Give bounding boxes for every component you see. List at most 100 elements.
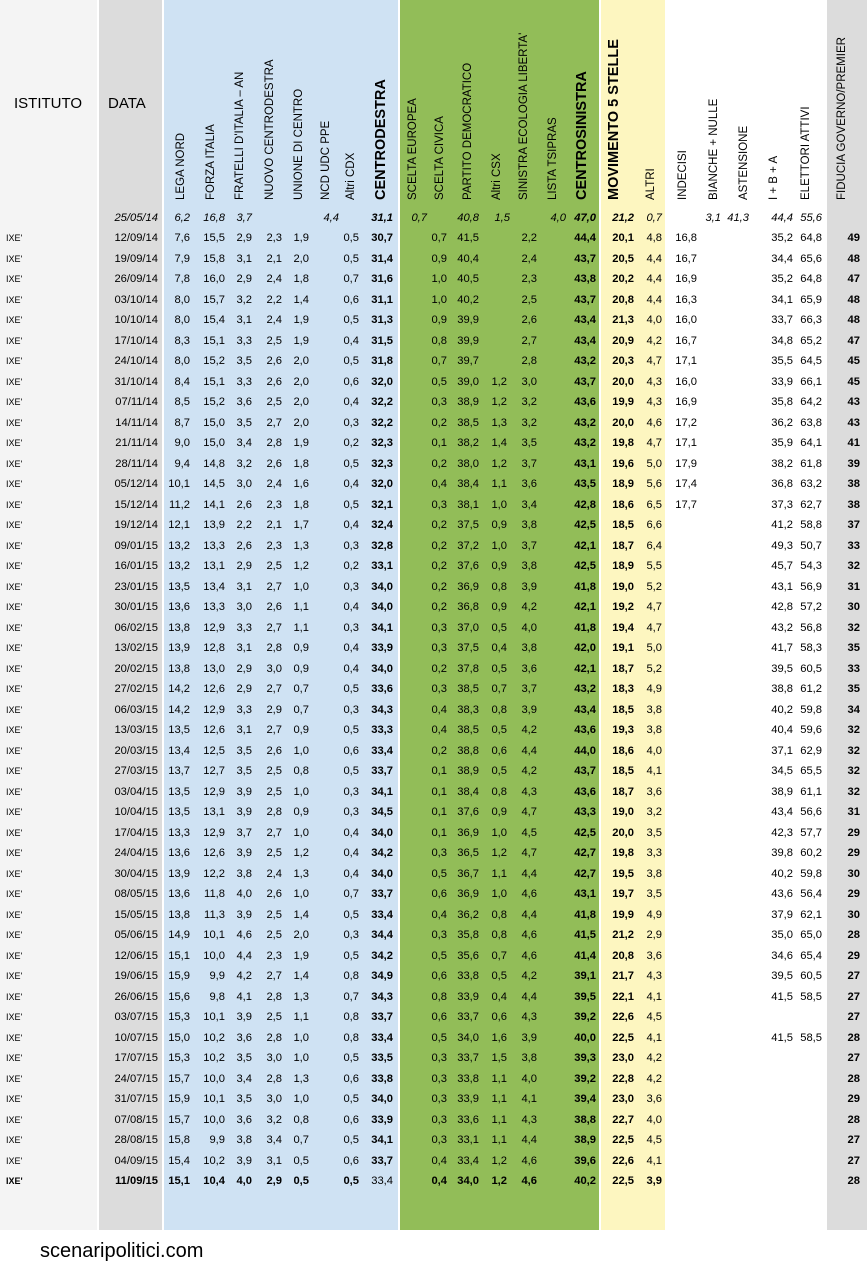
cell-value: 43 <box>847 416 860 429</box>
table-row: IXE' 28/08/15 15,8 9,9 3,8 3,4 0,7 0,5 34,1 0,3 33… <box>0 1130 867 1150</box>
cell-value: 0,4 <box>343 396 359 408</box>
cell-value: 4,4 <box>521 744 537 757</box>
cell-value: 0,5 <box>431 1031 447 1044</box>
cell-istituto: IXE' <box>6 335 23 346</box>
cell-value: 4,3 <box>646 375 662 388</box>
table-row: IXE' 17/04/15 13,3 12,9 3,7 2,7 1,0 0,4 34,0 0,1 3… <box>0 823 867 843</box>
cell-value: 0,5 <box>343 252 359 265</box>
cell-value: 65,2 <box>800 334 822 347</box>
cell-value: 14,2 <box>168 683 190 695</box>
cell-value: 35,2 <box>771 273 793 285</box>
cell-value: 13,6 <box>168 888 190 900</box>
cell-value: 1,2 <box>491 1154 507 1167</box>
cell-value: 34,0 <box>371 1093 393 1105</box>
column-header: FRATELLI D'ITALIA – AN <box>234 71 246 200</box>
cell-value: 2,7 <box>266 416 282 429</box>
cell-value: 38,3 <box>457 703 479 716</box>
cell-value: 45 <box>847 355 860 367</box>
cell-value: 0,1 <box>431 765 447 777</box>
cell-value: 0,3 <box>431 1093 447 1105</box>
cell-value: 39,2 <box>574 1072 596 1085</box>
cell-value: 1,2 <box>491 847 507 859</box>
cell-value: 1,0 <box>293 1052 309 1064</box>
cell-value: 2,7 <box>266 826 282 839</box>
cell-value: 20,0 <box>612 416 634 429</box>
cell-value: 32 <box>847 560 860 572</box>
cell-value: 43,7 <box>574 252 596 265</box>
cell-value: 43,2 <box>574 416 596 429</box>
cell-value: 4,3 <box>521 1113 537 1126</box>
cell-value: 2,8 <box>266 1031 282 1044</box>
cell-value: 10,0 <box>203 949 225 962</box>
column-header: I + B + A <box>768 155 780 200</box>
cell-value: 38,5 <box>457 724 479 736</box>
cell-value: 38,2 <box>771 457 793 470</box>
cell-value: 11,3 <box>204 908 225 921</box>
cell-value: 42,7 <box>574 847 596 859</box>
column-header: SCELTA CIVICA <box>434 116 446 200</box>
cell-value: 35,8 <box>457 929 479 941</box>
cell-value: 33,7 <box>457 1011 479 1023</box>
cell-value: 2,7 <box>266 683 282 695</box>
cell-date: 17/07/15 <box>114 1052 158 1064</box>
cell-date: 24/04/15 <box>114 847 158 859</box>
cell-value: 43,7 <box>574 765 596 777</box>
cell-value: 1,6 <box>491 1031 507 1044</box>
cell-value: 0,3 <box>431 1113 447 1126</box>
cell-value: 14,1 <box>203 498 225 511</box>
cell-value: 32 <box>847 785 860 798</box>
cell-acsx: 1,5 <box>494 212 510 224</box>
cell-value: 4,0 <box>236 888 252 900</box>
cell-value: 4,0 <box>646 314 662 326</box>
cell-value: 15,9 <box>168 1093 190 1105</box>
table-row: IXE' 07/11/14 8,5 15,2 3,6 2,5 2,0 0,4 32,2 0,3 38… <box>0 392 867 412</box>
cell-value: 4,2 <box>646 1052 662 1064</box>
cell-date: 31/10/14 <box>114 375 158 388</box>
cell-value: 28 <box>847 1113 860 1126</box>
cell-value: 65,6 <box>800 252 822 265</box>
cell-value: 3,5 <box>521 437 537 449</box>
cell-value: 0,6 <box>431 888 447 900</box>
cell-istituto: IXE' <box>6 479 23 489</box>
cell-value: 2,0 <box>293 375 309 388</box>
cell-value: 2,3 <box>266 498 282 511</box>
table-row: IXE' 13/03/15 13,5 12,6 3,1 2,7 0,9 0,5 33,3 0,4 3… <box>0 720 867 740</box>
cell-value: 31 <box>847 806 860 818</box>
cell-fdi: 3,7 <box>236 212 252 224</box>
cell-value: 34,5 <box>371 806 393 818</box>
cell-value: 10,1 <box>203 929 225 941</box>
cell-value: 3,6 <box>521 478 537 490</box>
cell-value: 15,0 <box>168 1031 190 1044</box>
cell-value: 0,3 <box>431 396 447 408</box>
cell-value: 44,4 <box>574 232 596 244</box>
cell-value: 29 <box>847 826 860 839</box>
cell-value: 61,8 <box>800 457 822 470</box>
cell-date: 04/09/15 <box>114 1154 158 1167</box>
cell-value: 49,3 <box>771 539 793 552</box>
cell-value: 33,8 <box>371 1072 393 1085</box>
cell-value: 34,6 <box>771 949 793 962</box>
cell-value: 0,5 <box>343 1052 359 1064</box>
cell-date: 09/01/15 <box>114 539 158 552</box>
cell-value: 40,4 <box>771 724 793 736</box>
cell-bn: 3,1 <box>705 212 721 224</box>
cell-date: 05/06/15 <box>114 929 158 941</box>
cell-value: 0,2 <box>431 744 447 757</box>
cell-value: 13,8 <box>168 908 190 921</box>
cell-value: 1,1 <box>293 621 309 634</box>
cell-value: 19,8 <box>612 847 634 859</box>
cell-value: 4,4 <box>236 949 252 962</box>
cell-value: 7,9 <box>174 252 190 265</box>
cell-value: 3,8 <box>521 560 537 572</box>
cell-value: 15,1 <box>168 1175 190 1187</box>
table-row-reference: 25/05/14 6,2 16,8 3,7 4,4 31,1 0,7 40,8 1,5 4,0 47… <box>0 208 867 228</box>
cell-value: 0,2 <box>431 457 447 470</box>
cell-value: 3,7 <box>521 539 537 552</box>
cell-value: 42,5 <box>574 826 596 839</box>
cell-value: 3,1 <box>236 724 252 736</box>
table-row: IXE' 12/09/14 7,6 15,5 2,9 2,3 1,9 0,5 30,7 0,7 41… <box>0 228 867 248</box>
cell-value: 43,7 <box>574 375 596 388</box>
cell-value: 34,0 <box>457 1175 479 1187</box>
cell-value: 63,8 <box>800 416 822 429</box>
cell-value: 35,8 <box>771 396 793 408</box>
